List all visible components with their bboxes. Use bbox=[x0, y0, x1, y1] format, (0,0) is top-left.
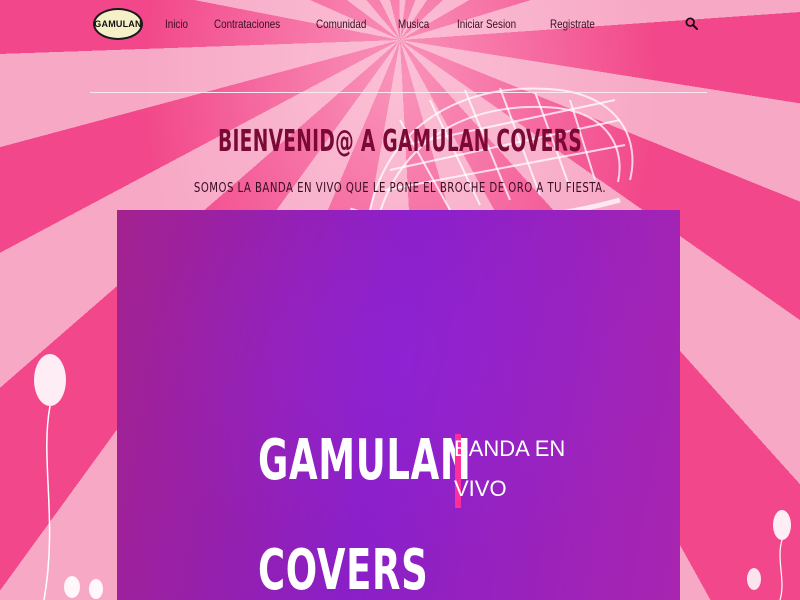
brand-logo-text: GAMULAN bbox=[94, 19, 142, 29]
brand-logo[interactable]: GAMULAN bbox=[93, 8, 143, 40]
hero-title: BIENVENID@ A GAMULAN COVERS bbox=[217, 124, 583, 159]
balloon-left bbox=[34, 354, 66, 600]
nav-item-iniciar-sesion[interactable]: Iniciar Sesion bbox=[457, 17, 516, 31]
navbar: GAMULAN Inicio Contrataciones Comunidad … bbox=[90, 0, 708, 48]
video-title-line2: COVERS bbox=[258, 538, 429, 600]
nav-item-comunidad[interactable]: Comunidad bbox=[316, 17, 366, 31]
search-icon[interactable] bbox=[685, 17, 698, 30]
promo-video[interactable]: GAMULAN COVERS BANDA EN VIVO bbox=[117, 210, 680, 600]
nav-item-contrataciones[interactable]: Contrataciones bbox=[214, 17, 280, 31]
nav-item-inicio[interactable]: Inicio bbox=[165, 17, 188, 31]
nav-links: Inicio Contrataciones Comunidad Musica I… bbox=[165, 17, 626, 31]
nav-item-registrate[interactable]: Registrate bbox=[550, 17, 595, 31]
balloon-right-small bbox=[747, 568, 761, 590]
balloon-bottom-left-a bbox=[64, 576, 80, 598]
video-tag-line1: BANDA EN bbox=[454, 436, 566, 461]
video-title-line1: GAMULAN bbox=[258, 428, 472, 493]
balloon-bottom-left-b bbox=[89, 579, 103, 599]
header-divider bbox=[90, 92, 707, 93]
video-tag-line2: VIVO bbox=[454, 476, 507, 501]
hero-subtitle: SOMOS LA BANDA EN VIVO QUE LE PONE EL BR… bbox=[193, 181, 607, 196]
nav-item-musica[interactable]: Musica bbox=[398, 17, 429, 31]
balloon-right bbox=[773, 510, 791, 600]
